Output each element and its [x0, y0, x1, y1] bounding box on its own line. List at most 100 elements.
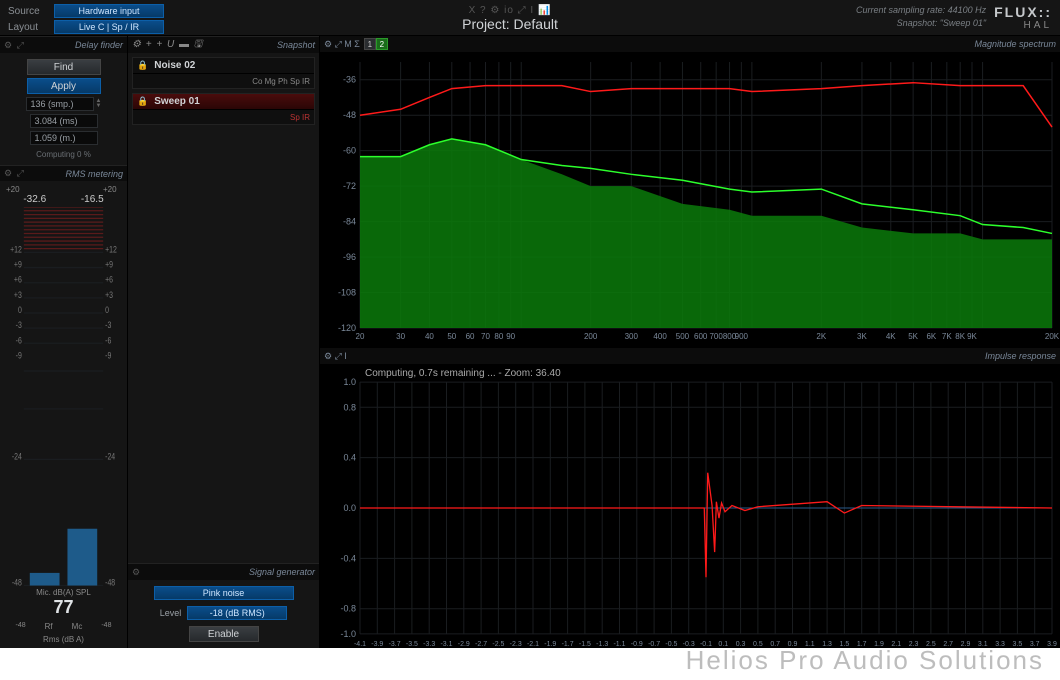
signal-generator-panel: ⚙ Signal generator Pink noise Level -18 … — [128, 563, 319, 648]
svg-text:600: 600 — [694, 332, 708, 341]
siggen-title: Signal generator — [249, 567, 315, 577]
svg-text:70: 70 — [481, 332, 490, 341]
svg-text:-84: -84 — [343, 217, 356, 227]
svg-text:7K: 7K — [942, 332, 952, 341]
svg-text:-60: -60 — [343, 146, 356, 156]
ms-value: 3.084 (ms) — [30, 114, 98, 128]
svg-text:-3.5: -3.5 — [406, 641, 418, 648]
svg-text:-0.5: -0.5 — [665, 641, 677, 648]
svg-text:+6: +6 — [14, 275, 22, 285]
svg-text:-108: -108 — [338, 288, 356, 298]
svg-text:-1.9: -1.9 — [544, 641, 556, 648]
svg-text:-2.3: -2.3 — [510, 641, 522, 648]
svg-text:20: 20 — [356, 332, 365, 341]
svg-text:0.8: 0.8 — [343, 402, 356, 412]
svg-text:-3.7: -3.7 — [389, 641, 401, 648]
rms-bottom-label: Rms (dB A) — [6, 635, 121, 644]
svg-text:-0.7: -0.7 — [648, 641, 660, 648]
rms-panel: ⚙ ⤢ RMS metering +20+20 -32.6 -16.5 — [0, 165, 127, 648]
svg-text:-48: -48 — [343, 110, 356, 120]
svg-text:-6: -6 — [16, 336, 23, 346]
svg-text:200: 200 — [584, 332, 598, 341]
svg-text:0.4: 0.4 — [343, 453, 356, 463]
mag-tab-1[interactable]: 1 — [364, 38, 376, 50]
magnitude-chart[interactable]: -36-48-60-72-84-96-108-12020304050607080… — [320, 52, 1060, 348]
svg-text:40: 40 — [425, 332, 434, 341]
spl-label: Mic. dB(A) SPL — [6, 588, 121, 597]
rms-title: RMS metering — [65, 169, 123, 179]
svg-text:-2.7: -2.7 — [475, 641, 487, 648]
rms-value-left: -32.6 — [23, 194, 46, 205]
title-icons[interactable]: X ? ⚙ io ⤢ I 📊 — [164, 5, 856, 16]
spl-value: 77 — [6, 597, 121, 618]
svg-text:-0.8: -0.8 — [341, 604, 356, 614]
mag-tools[interactable]: ⚙ ⤢ M Σ — [324, 39, 360, 50]
find-button[interactable]: Find — [27, 59, 101, 75]
snapshot-title: Snapshot — [277, 40, 315, 50]
rms-meter: +12+9+6+30-3-6-9-24-48 +12+9+6+30-3-6-9-… — [6, 207, 121, 586]
imp-tools[interactable]: ⚙ ⤢ I — [324, 351, 347, 362]
layout-dropdown[interactable]: Live C | Sp / IR — [54, 20, 164, 34]
snapshot-panel: ⚙ + + U ▬ 🖫 Snapshot 🔒Noise 02Co Mg Ph S… — [128, 36, 319, 563]
svg-text:-24: -24 — [105, 452, 116, 462]
rms-foot-l: Rf — [45, 622, 53, 631]
impulse-status: Computing, 0.7s remaining ... - Zoom: 36… — [365, 368, 561, 379]
snapshot-tools[interactable]: ⚙ + + U ▬ 🖫 — [132, 37, 203, 54]
svg-text:-0.4: -0.4 — [341, 553, 356, 563]
svg-text:-48: -48 — [12, 578, 23, 586]
svg-text:-0.9: -0.9 — [631, 641, 643, 648]
svg-text:-24: -24 — [12, 452, 23, 462]
svg-text:-72: -72 — [343, 181, 356, 191]
svg-text:-1.1: -1.1 — [613, 641, 625, 648]
delay-tools[interactable]: ⚙ ⤢ — [4, 40, 25, 51]
rms-tools[interactable]: ⚙ ⤢ — [4, 168, 25, 179]
svg-text:-36: -36 — [343, 75, 356, 85]
svg-text:-2.5: -2.5 — [492, 641, 504, 648]
svg-text:-3: -3 — [16, 321, 23, 331]
svg-text:-120: -120 — [338, 323, 356, 333]
svg-text:+3: +3 — [105, 291, 113, 301]
svg-text:0: 0 — [105, 306, 109, 316]
svg-text:+6: +6 — [105, 275, 113, 285]
svg-text:8K: 8K — [955, 332, 965, 341]
svg-text:9K: 9K — [967, 332, 977, 341]
svg-text:-2.9: -2.9 — [458, 641, 470, 648]
svg-text:-9: -9 — [105, 351, 112, 361]
svg-text:-6: -6 — [105, 336, 112, 346]
computing-status: Computing 0 % — [36, 150, 91, 159]
source-dropdown[interactable]: Hardware input — [54, 4, 164, 18]
mag-tab-2[interactable]: 2 — [376, 38, 388, 50]
level-value[interactable]: -18 (dB RMS) — [187, 606, 287, 620]
svg-text:6K: 6K — [926, 332, 936, 341]
flux-logo: FLUX:: — [994, 4, 1052, 20]
svg-text:3K: 3K — [857, 332, 867, 341]
sampling-rate: Current sampling rate: 44100 Hz — [856, 4, 986, 17]
smp-spinner[interactable]: ▲▼ — [96, 99, 102, 109]
lock-icon: 🔒 — [137, 60, 148, 71]
snapshot-item[interactable]: 🔒Sweep 01Sp IR — [132, 93, 315, 125]
svg-text:700: 700 — [709, 332, 723, 341]
svg-text:2K: 2K — [816, 332, 826, 341]
level-label: Level — [160, 608, 182, 618]
siggen-type[interactable]: Pink noise — [154, 586, 294, 600]
impulse-chart[interactable]: Computing, 0.7s remaining ... - Zoom: 36… — [320, 364, 1060, 648]
snapshot-item[interactable]: 🔒Noise 02Co Mg Ph Sp IR — [132, 57, 315, 89]
svg-text:-96: -96 — [343, 252, 356, 262]
svg-text:+12: +12 — [105, 245, 117, 255]
apply-button[interactable]: Apply — [27, 78, 101, 94]
svg-text:90: 90 — [506, 332, 515, 341]
svg-text:-2.1: -2.1 — [527, 641, 539, 648]
siggen-tools[interactable]: ⚙ — [132, 567, 141, 578]
enable-button[interactable]: Enable — [189, 626, 259, 642]
svg-text:-3.1: -3.1 — [440, 641, 452, 648]
svg-text:-1.5: -1.5 — [579, 641, 591, 648]
smp-value[interactable]: 136 (smp.) — [26, 97, 94, 111]
lock-icon: 🔒 — [137, 96, 148, 107]
magnitude-title: Magnitude spectrum — [974, 39, 1056, 49]
svg-text:-1.7: -1.7 — [562, 641, 574, 648]
svg-text:3.9: 3.9 — [1047, 641, 1057, 648]
svg-text:-1.0: -1.0 — [341, 629, 356, 639]
svg-text:400: 400 — [653, 332, 667, 341]
svg-text:+9: +9 — [105, 260, 113, 270]
delay-title: Delay finder — [75, 40, 123, 50]
